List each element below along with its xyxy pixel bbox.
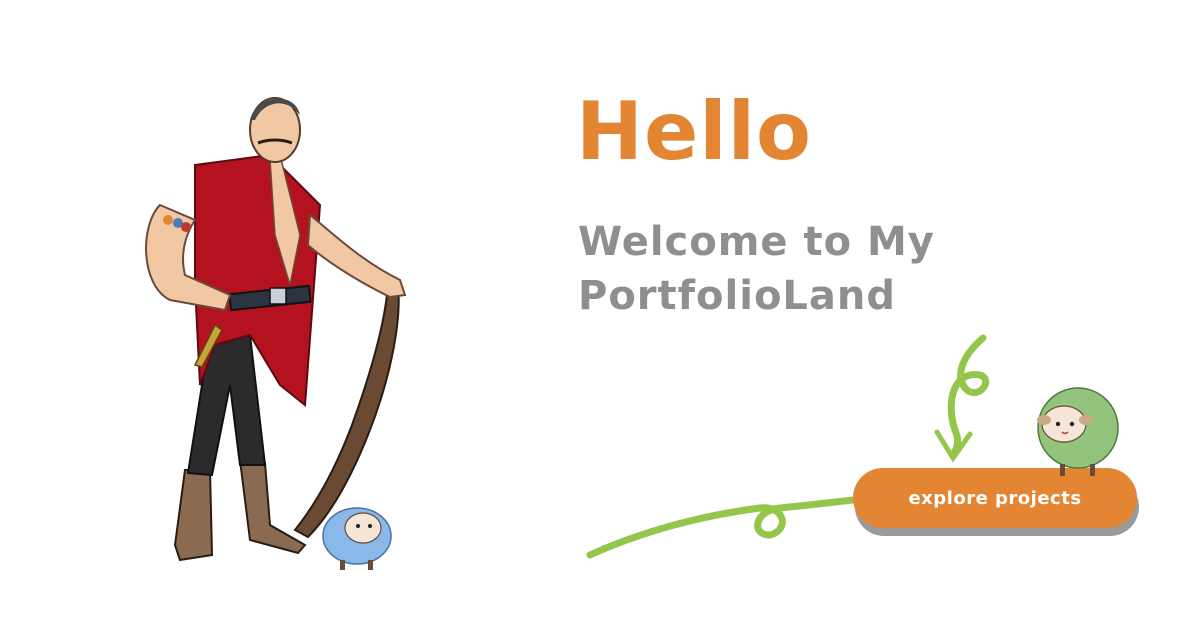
page-subtitle: Welcome to My PortfolioLand <box>578 215 1138 323</box>
blue-sheep-icon <box>318 498 396 572</box>
landing-page: Hello Welcome to My PortfolioLand explor… <box>0 0 1200 630</box>
green-sheep-icon <box>1030 378 1122 478</box>
subtitle-line-2: PortfolioLand <box>578 273 897 319</box>
subtitle-line-1: Welcome to My <box>578 219 935 265</box>
page-title: Hello <box>576 85 813 178</box>
